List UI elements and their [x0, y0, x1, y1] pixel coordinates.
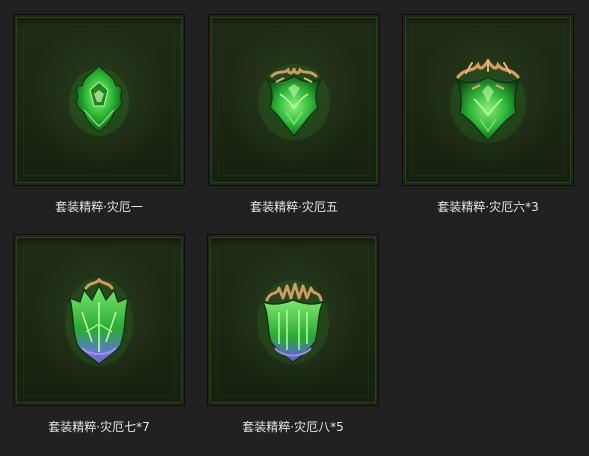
item-label: 套装精粹·灾厄六*3 — [437, 200, 539, 214]
item-frame — [13, 14, 185, 186]
item-tile-calamity-7[interactable]: 套装精粹·灾厄七*7 — [13, 234, 185, 456]
item-tile-calamity-8[interactable]: 套装精粹·灾厄八*5 — [207, 234, 379, 456]
item-label: 套装精粹·灾厄八*5 — [242, 420, 344, 434]
item-label: 套装精粹·灾厄五 — [250, 200, 338, 214]
item-frame — [208, 14, 380, 186]
essence-calamity-8-icon — [257, 280, 329, 364]
item-tile-calamity-5[interactable]: 套装精粹·灾厄五 — [208, 14, 380, 236]
item-tile-calamity-1[interactable]: 套装精粹·灾厄一 — [13, 14, 185, 236]
item-label: 套装精粹·灾厄七*7 — [48, 420, 150, 434]
item-frame — [402, 14, 574, 186]
essence-calamity-6-icon — [450, 58, 526, 143]
essence-calamity-1-icon — [69, 65, 129, 136]
item-frame — [13, 234, 185, 406]
essence-calamity-5-icon — [258, 64, 330, 140]
essence-calamity-7-icon — [65, 277, 133, 366]
item-frame — [207, 234, 379, 406]
item-label: 套装精粹·灾厄一 — [55, 200, 143, 214]
item-tile-calamity-6[interactable]: 套装精粹·灾厄六*3 — [402, 14, 574, 236]
